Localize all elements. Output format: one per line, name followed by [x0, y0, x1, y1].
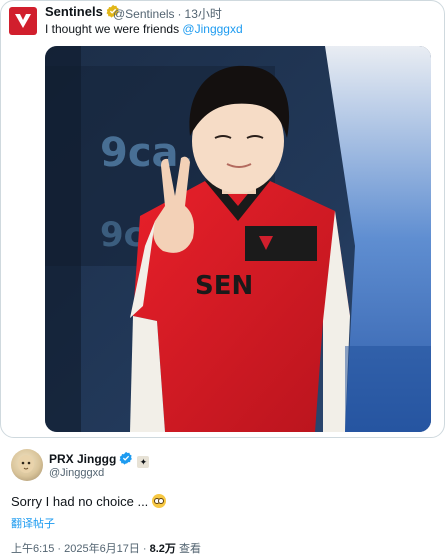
quoted-post-card[interactable]: Sentinels @Sentinels · 13小时 I thought we w…	[0, 0, 445, 438]
post-meta: 上午6:15 · 2025年6月17日 · 8.2万 查看	[11, 543, 201, 555]
post-date[interactable]: 2025年6月17日	[64, 543, 140, 555]
affiliate-badge-icon[interactable]: ✦	[137, 456, 150, 468]
quoted-timestamp[interactable]: 13小时	[185, 7, 222, 21]
views-count: 8.2万	[149, 543, 176, 555]
svg-text:9c: 9c	[100, 215, 144, 255]
views-label: 查看	[178, 543, 201, 555]
jersey-text: SEN	[195, 271, 253, 301]
quoted-author-name[interactable]: Sentinels	[45, 4, 120, 19]
author-handle[interactable]: @Jingggxd	[49, 467, 104, 479]
verified-icon	[119, 451, 133, 465]
translate-post-link[interactable]: 翻译帖子	[11, 515, 55, 531]
post-text: Sorry I had no choice ...	[11, 494, 167, 509]
author-name[interactable]: PRX Jinggg ✦	[49, 451, 150, 468]
pleading-face-emoji-icon	[152, 494, 167, 508]
post-photo[interactable]: 9ca. 9c SEN	[45, 46, 431, 432]
post-time[interactable]: 上午6:15	[11, 543, 54, 555]
mention-link[interactable]: @Jingggxd	[182, 22, 242, 36]
jinggg-avatar[interactable]	[11, 449, 43, 481]
avatar-image	[18, 455, 34, 473]
quoted-handle[interactable]: @Sentinels	[113, 7, 175, 21]
sentinels-logo-icon	[15, 14, 31, 28]
quoted-post-text: I thought we were friends @Jingggxd	[45, 22, 243, 36]
sentinels-avatar[interactable]	[9, 7, 37, 35]
quoted-handle-time: @Sentinels · 13小时	[113, 7, 222, 21]
